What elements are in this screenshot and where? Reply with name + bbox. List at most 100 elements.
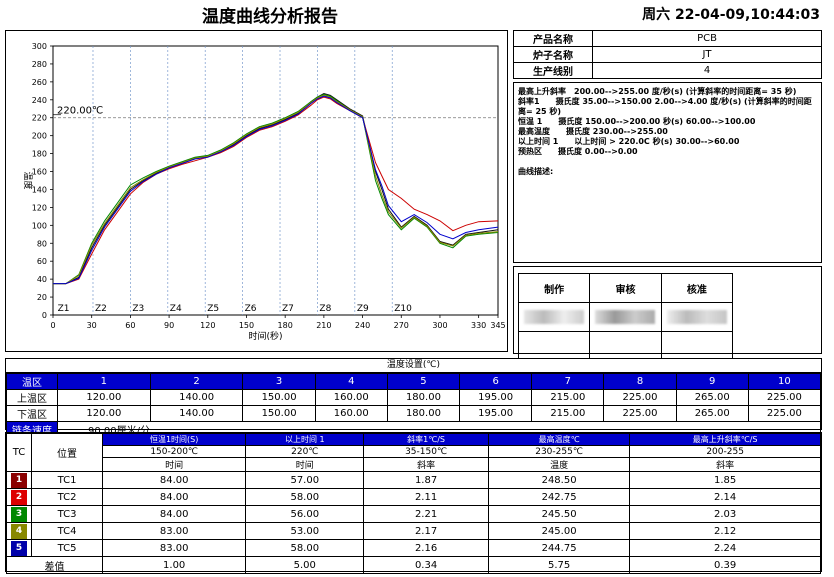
info-row: 产品名称 PCB	[513, 30, 822, 47]
diff-value: 1.00	[101, 556, 247, 574]
tc-value: 58.00	[245, 488, 365, 506]
y-tick-label: 160	[32, 168, 47, 177]
zone-value: 150.00	[242, 405, 316, 422]
tc-value: 56.00	[245, 505, 365, 523]
metric-sub: 斜率	[363, 457, 489, 472]
tc-name: TC5	[31, 539, 103, 557]
y-tick-label: 0	[42, 311, 47, 320]
metric-title: 最高上升斜率℃/S	[629, 433, 821, 446]
tc-value: 53.00	[245, 522, 365, 540]
x-tick-label: 120	[200, 321, 215, 330]
zone-value: 150.00	[242, 389, 316, 406]
tc-value: 2.12	[629, 522, 821, 540]
y-tick-label: 200	[32, 132, 47, 141]
metric-sub: 时间	[245, 457, 365, 472]
x-tick-label: 60	[125, 321, 135, 330]
param-line: 最高温度 摄氏度 230.00-->255.00	[518, 127, 668, 136]
tc-swatch: 4	[11, 523, 27, 539]
y-tick-label: 260	[32, 78, 47, 87]
tc-value: 2.21	[363, 505, 489, 523]
metric-range: 220℃	[245, 445, 365, 458]
param-line: 预热区 摄氏度 0.00-->0.00	[518, 147, 638, 156]
tc-name: TC3	[31, 505, 103, 523]
tc-row: 4 TC4 83.00 53.00 2.17 245.00 2.12	[6, 522, 821, 540]
tc-value: 245.50	[487, 505, 631, 523]
zone-value: 215.00	[531, 405, 605, 422]
y-tick-label: 120	[32, 203, 47, 212]
zones-head-label: 温区	[6, 373, 58, 390]
tc-range-row: 150-200℃ 220℃ 35-150℃ 230-255℃ 200-255	[7, 445, 821, 458]
y-tick-label: 20	[37, 293, 47, 302]
zone-value: 140.00	[149, 389, 244, 406]
tc-label: TC	[6, 433, 32, 472]
tc-swatch-cell: 1	[6, 471, 32, 489]
tc-value: 2.16	[363, 539, 489, 557]
tc-swatch: 2	[11, 489, 27, 505]
tc-value: 244.75	[487, 539, 631, 557]
tc-name: TC4	[31, 522, 103, 540]
tc-swatch: 5	[11, 540, 27, 556]
temperature-chart: 220.00℃ 0 20 40 60 80 100 120 140 160 180 200 220 240…	[22, 42, 506, 342]
zone-number: 4	[314, 373, 388, 390]
zone-value: 140.00	[149, 405, 244, 422]
zone-value: 265.00	[675, 389, 749, 406]
x-tick-label: 30	[87, 321, 97, 330]
tc-value: 1.85	[629, 471, 821, 489]
info-panel: 产品名称 PCB 炉子名称 JT 生产线别 4	[513, 30, 822, 79]
zone-number: 3	[242, 373, 316, 390]
metric-range: 150-200℃	[101, 445, 247, 458]
tc-value: 57.00	[245, 471, 365, 489]
metric-title: 斜率1℃/S	[363, 433, 489, 446]
zone-value: 120.00	[57, 389, 151, 406]
tc-value: 248.50	[487, 471, 631, 489]
param-line: 曲线描述:	[518, 167, 554, 176]
zone-row: 上温区 120.00 140.00 150.00 160.00 180.00 195.00 2…	[6, 389, 822, 406]
tc-panel: TC 位置 恒温1时间(S) 以上时间 1 斜率1℃/S 最高温度℃ 最高上升斜率℃/S 15…	[5, 432, 822, 574]
info-value: 4	[592, 62, 822, 79]
zone-label: Z6	[245, 304, 257, 314]
x-tick-label: 90	[164, 321, 174, 330]
tc-value: 1.87	[363, 471, 489, 489]
position-label: 位置	[31, 433, 103, 472]
tc-value: 2.17	[363, 522, 489, 540]
diff-value: 5.75	[487, 556, 631, 574]
metric-sub: 温度	[487, 457, 631, 472]
metric-title: 以上时间 1	[245, 433, 365, 446]
zone-row: 下温区 120.00 140.00 150.00 160.00 180.00 195.00 2…	[6, 405, 822, 422]
signoff-review: 审核	[589, 273, 662, 303]
zone-row-label: 上温区	[6, 389, 58, 406]
zone-label: Z3	[132, 304, 144, 314]
x-tick-label: 210	[316, 321, 331, 330]
tc-row: 1 TC1 84.00 57.00 1.87 248.50 1.85	[6, 471, 821, 489]
diff-value: 0.39	[629, 556, 821, 574]
info-value: PCB	[592, 30, 822, 47]
zone-number: 8	[603, 373, 677, 390]
zone-value: 195.00	[459, 389, 533, 406]
tc-value: 2.11	[363, 488, 489, 506]
zone-label: Z9	[357, 304, 369, 314]
tc-swatch-cell: 4	[6, 522, 32, 540]
tc-swatch-cell: 3	[6, 505, 32, 523]
zone-value: 120.00	[57, 405, 151, 422]
zone-number: 1	[57, 373, 151, 390]
metric-title: 恒温1时间(S)	[101, 433, 247, 446]
y-tick-label: 80	[37, 239, 47, 248]
tc-value: 2.24	[629, 539, 821, 557]
y-tick-label: 300	[32, 42, 47, 51]
signoff-approve: 核准	[660, 273, 734, 303]
zone-value: 225.00	[603, 389, 677, 406]
reference-line-label: 220.00℃	[57, 106, 103, 117]
zone-number: 2	[149, 373, 244, 390]
zone-value: 215.00	[531, 389, 605, 406]
report-title: 温度曲线分析报告	[202, 7, 338, 27]
y-tick-label: 60	[37, 257, 47, 266]
zone-label: Z1	[58, 304, 70, 314]
zone-row-label: 下温区	[6, 405, 58, 422]
param-line: 以上时间 1 以上时间 > 220.0C 秒(s) 30.00-->60.00	[518, 137, 740, 146]
x-tick-label: 180	[278, 321, 293, 330]
x-axis-label: 时间(秒)	[248, 330, 282, 342]
tc-value: 84.00	[101, 471, 247, 489]
x-tick-label: 345	[490, 321, 505, 330]
tc-row: 5 TC5 83.00 58.00 2.16 244.75 2.24	[6, 539, 821, 557]
zone-label: Z4	[170, 304, 182, 314]
